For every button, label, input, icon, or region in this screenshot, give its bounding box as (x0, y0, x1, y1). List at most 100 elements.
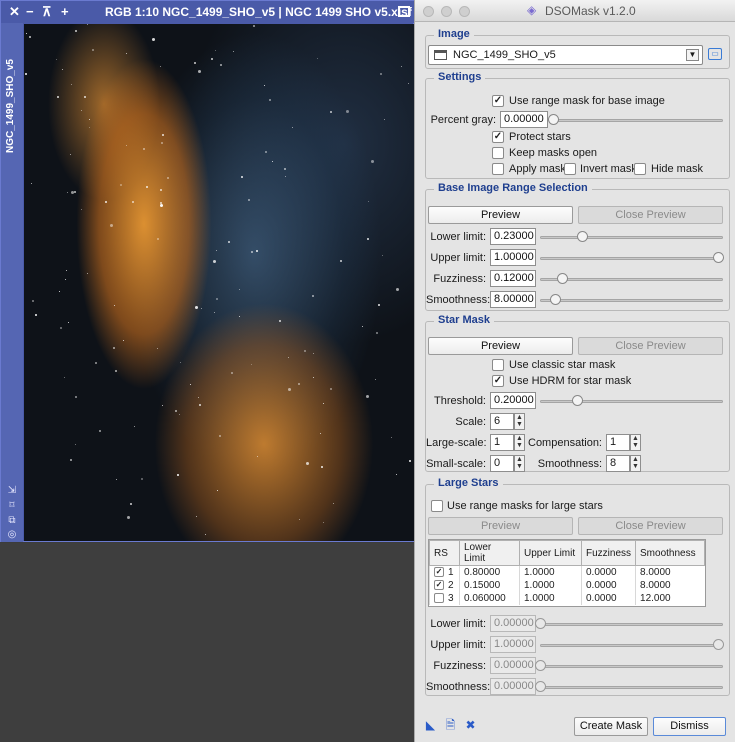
large-lower-slider[interactable] (535, 617, 723, 631)
arrow-icon[interactable]: ⇲ (6, 485, 18, 497)
base-fuzziness-field[interactable]: 0.12000 (490, 270, 536, 287)
zoom-dot-icon[interactable] (459, 6, 470, 17)
view-side-tab[interactable]: NGC_1499_SHO_v5 ⇲ ⌑ ⧉ ◎ (1, 23, 23, 542)
star-point (64, 377, 65, 378)
dialog-title: DSOMask v1.2.0 (545, 4, 636, 18)
percent-gray-field[interactable]: 0.00000 (500, 111, 548, 128)
compensation-stepper-icon[interactable]: ▲ ▼ (630, 434, 641, 451)
column-header[interactable]: Smoothness (635, 540, 705, 566)
dismiss-button[interactable]: Dismiss (653, 717, 726, 736)
hide-mask-checkbox[interactable] (634, 163, 646, 175)
large-upper-field[interactable]: 1.00000 (490, 636, 536, 653)
star-point (198, 70, 201, 73)
range-table-container[interactable]: RS Lower Limit Upper Limit Fuzziness Smo… (428, 539, 706, 607)
clone-icon[interactable]: ⧉ (6, 515, 18, 527)
large-scale-stepper-icon[interactable]: ▲ ▼ (514, 434, 525, 451)
base-lower-slider[interactable] (540, 230, 723, 244)
minimize-icon[interactable]: − (26, 4, 34, 19)
large-lower-field[interactable]: 0.00000 (490, 615, 536, 632)
large-close-preview-button[interactable]: Close Preview (578, 517, 723, 535)
nebula-image[interactable] (24, 24, 414, 541)
star-point (123, 340, 124, 341)
image-window-titlebar[interactable]: ✕ − ⊼ + RGB 1:10 NGC_1499_SHO_v5 | NGC 1… (1, 1, 415, 23)
base-smoothness-field[interactable]: 8.00000 (490, 291, 536, 308)
maximize-plus-icon[interactable]: + (61, 4, 69, 19)
star-close-preview-button[interactable]: Close Preview (578, 337, 723, 355)
large-fuzziness-field[interactable]: 0.00000 (490, 657, 536, 674)
close-dot-icon[interactable] (423, 6, 434, 17)
threshold-field[interactable]: 0.20000 (490, 392, 536, 409)
base-close-preview-button[interactable]: Close Preview (578, 206, 723, 224)
invert-mask-checkbox[interactable] (564, 163, 576, 175)
star-preview-button[interactable]: Preview (428, 337, 573, 355)
apply-mask-checkbox[interactable] (492, 163, 504, 175)
star-smoothness-stepper-icon[interactable]: ▲ ▼ (630, 455, 641, 472)
star-point (396, 474, 397, 475)
star-point (99, 430, 101, 432)
keep-masks-open-checkbox[interactable] (492, 147, 504, 159)
close-icon[interactable]: ✕ (9, 4, 20, 20)
base-smoothness-slider[interactable] (540, 293, 723, 307)
table-row[interactable]: 1 0.800001.00000.00008.0000 (429, 565, 705, 579)
scale-spinbox[interactable]: 6 (490, 413, 514, 430)
column-header[interactable]: Fuzziness (580, 540, 637, 566)
image-group-title: Image (434, 28, 474, 40)
protect-stars-checkbox[interactable] (492, 131, 504, 143)
hdrm-star-mask-checkbox[interactable] (492, 375, 504, 387)
large-upper-slider[interactable] (540, 638, 724, 652)
crop-icon[interactable]: ⌑ (6, 500, 18, 512)
classic-star-mask-label: Use classic star mask (509, 359, 616, 371)
column-header[interactable]: Upper Limit (519, 540, 582, 566)
large-preview-button[interactable]: Preview (428, 517, 573, 535)
new-instance-icon[interactable]: ◣ (424, 719, 437, 732)
reset-icon[interactable]: ✖ (464, 719, 477, 732)
small-scale-stepper-icon[interactable]: ▲ ▼ (514, 455, 525, 472)
image-window: ✕ − ⊼ + RGB 1:10 NGC_1499_SHO_v5 | NGC 1… (0, 0, 415, 542)
shade-icon[interactable]: ⊼ (42, 4, 52, 20)
star-point (196, 516, 197, 517)
use-range-mask-checkbox[interactable] (492, 95, 504, 107)
large-fuzziness-slider[interactable] (535, 659, 723, 673)
percent-gray-slider[interactable] (548, 113, 723, 127)
star-smoothness-spinbox[interactable]: 8 (606, 455, 630, 472)
dialog-titlebar[interactable]: ◈ DSOMask v1.2.0 (415, 0, 735, 22)
base-upper-slider[interactable] (540, 251, 724, 265)
classic-star-mask-checkbox[interactable] (492, 359, 504, 371)
base-lower-field[interactable]: 0.23000 (490, 228, 536, 245)
column-header[interactable]: RS (429, 540, 460, 566)
minimize-dot-icon[interactable] (441, 6, 452, 17)
threshold-slider[interactable] (540, 394, 723, 408)
star-point (167, 177, 169, 179)
use-range-large-stars-checkbox[interactable] (431, 500, 443, 512)
large-smoothness-field[interactable]: 0.00000 (490, 678, 536, 695)
documentation-icon[interactable]: 🗎 (444, 719, 457, 732)
star-point (87, 24, 88, 25)
table-row[interactable]: 2 0.150001.00000.00008.0000 (429, 578, 705, 592)
create-mask-button[interactable]: Create Mask (574, 717, 648, 736)
small-scale-spinbox[interactable]: 0 (490, 455, 514, 472)
info-icon[interactable]: ▭ (708, 48, 722, 60)
base-fuzziness-slider[interactable] (540, 272, 723, 286)
pixinsight-logo-icon: ◈ (527, 3, 537, 17)
column-header[interactable]: Lower Limit (459, 540, 520, 566)
compensation-spinbox[interactable]: 1 (606, 434, 630, 451)
large-smoothness-slider[interactable] (535, 680, 723, 694)
star-point (248, 199, 250, 201)
fit-window-icon[interactable] (398, 6, 410, 17)
settings-group: Settings Use range mask for base image P… (425, 71, 730, 179)
row-enable-checkbox[interactable] (434, 567, 444, 578)
image-select[interactable]: NGC_1499_SHO_v5 ▼ (428, 45, 703, 65)
base-upper-field[interactable]: 1.00000 (490, 249, 536, 266)
row-enable-checkbox[interactable] (434, 592, 444, 603)
base-preview-button[interactable]: Preview (428, 206, 573, 224)
chevron-down-icon[interactable]: ▼ (686, 49, 699, 61)
star-point (239, 289, 240, 290)
row-enable-checkbox[interactable] (434, 579, 444, 590)
table-row[interactable]: 3 0.060000 1.0000 0.0000 12.000 (429, 591, 705, 605)
image-group: Image NGC_1499_SHO_v5 ▼ ▭ (425, 28, 730, 69)
table-cell: 0.0000 (580, 565, 636, 579)
target-icon[interactable]: ◎ (6, 529, 18, 541)
large-scale-spinbox[interactable]: 1 (490, 434, 514, 451)
star-point (84, 96, 86, 98)
scale-stepper-icon[interactable]: ▲ ▼ (514, 413, 525, 430)
